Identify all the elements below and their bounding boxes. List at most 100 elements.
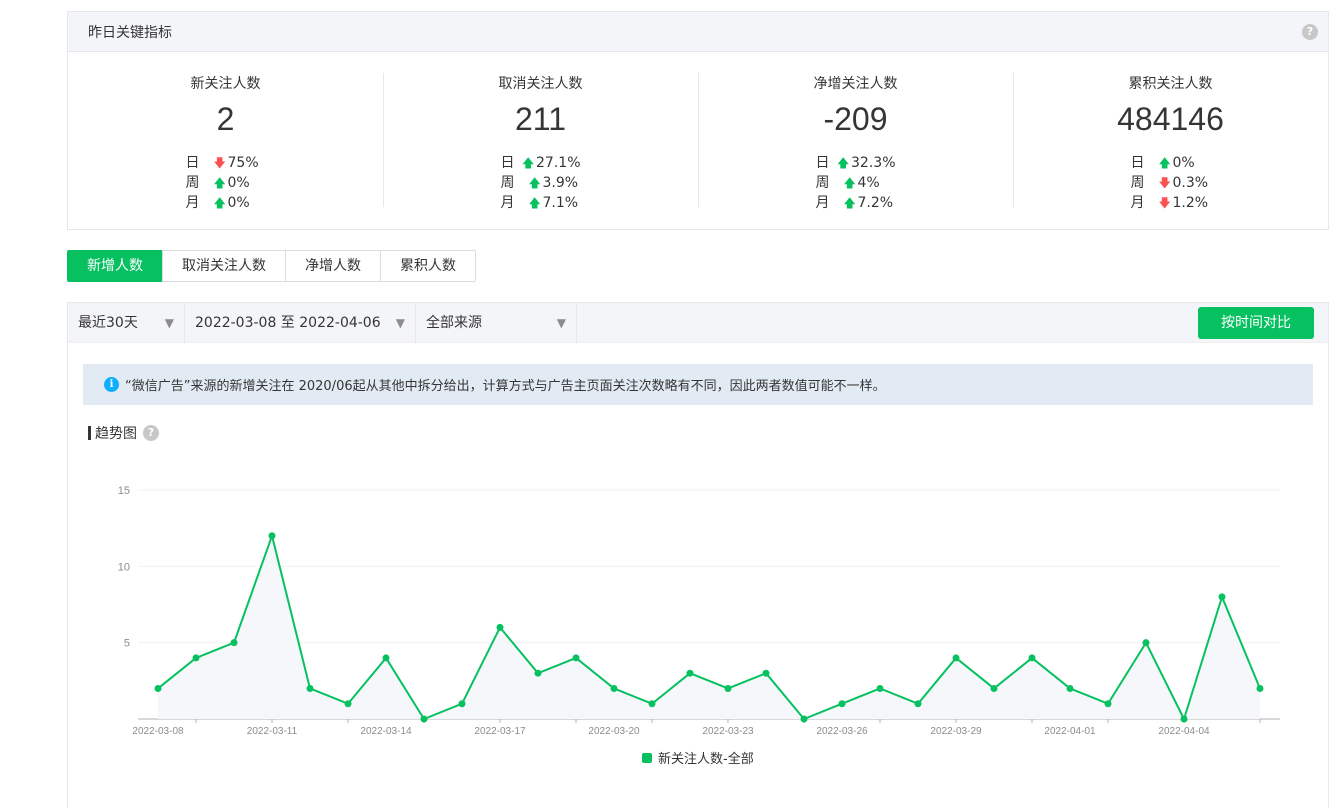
kpi-title: 净增关注人数 bbox=[813, 76, 898, 92]
info-icon: i bbox=[104, 377, 119, 392]
data-point bbox=[1218, 593, 1226, 601]
tab-0[interactable]: 新增人数 bbox=[67, 250, 163, 282]
change-percent: 7.1% bbox=[542, 195, 579, 211]
key-metrics-header: 昨日关键指标 ? bbox=[68, 12, 1328, 52]
period-label: 月 bbox=[185, 195, 200, 211]
trend-section-title: 趋势图 ? bbox=[88, 424, 159, 442]
data-point bbox=[572, 654, 580, 662]
x-tick-label: 2022-03-08 bbox=[132, 726, 184, 737]
data-point bbox=[1028, 654, 1036, 662]
kpi-metric: 新关注人数 2 日 🡇 75% 周 🡅 0% 月 🡅 0% bbox=[68, 73, 383, 211]
kpi-value: -209 bbox=[823, 101, 888, 137]
period-label: 月 bbox=[1130, 195, 1145, 211]
kpi-title: 取消关注人数 bbox=[498, 76, 583, 92]
series-area bbox=[158, 535, 1260, 719]
data-point bbox=[800, 715, 808, 723]
data-point bbox=[306, 684, 314, 692]
compare-by-time-button[interactable]: 按时间对比 bbox=[1198, 307, 1314, 339]
tab-1[interactable]: 取消关注人数 bbox=[162, 250, 286, 282]
data-point bbox=[838, 700, 846, 708]
arrow-up-icon: 🡅 bbox=[528, 176, 541, 190]
date-range-select[interactable]: 2022-03-08 至 2022-04-06 ▼ bbox=[185, 302, 416, 343]
help-icon[interactable]: ? bbox=[143, 425, 159, 441]
tab-3[interactable]: 累积人数 bbox=[380, 250, 476, 282]
range-select[interactable]: 最近30天 ▼ bbox=[68, 302, 185, 343]
kpi-changes: 日 🡅 27.1% 周 🡅 3.9% 月 🡅 7.1% bbox=[501, 153, 581, 213]
data-point bbox=[990, 684, 998, 692]
data-point bbox=[496, 623, 504, 631]
key-metrics-body: 新关注人数 2 日 🡇 75% 周 🡅 0% 月 🡅 0% 取消关注人数 211 日 🡅 27.1% 周 🡅 3.9… bbox=[68, 52, 1328, 230]
period-label: 月 bbox=[815, 195, 830, 211]
metric-tabs: 新增人数 取消关注人数 净增人数 累积人数 bbox=[67, 250, 476, 282]
period-label: 日 bbox=[1130, 155, 1145, 171]
legend-swatch bbox=[642, 752, 652, 763]
kpi-metric: 净增关注人数 -209 日 🡅 32.3% 周 🡅 4% 月 🡅 7.2% bbox=[698, 73, 1013, 211]
arrow-up-icon: 🡅 bbox=[522, 156, 535, 170]
source-select-value: 全部来源 bbox=[426, 314, 482, 331]
period-label: 日 bbox=[185, 155, 200, 171]
period-label: 月 bbox=[500, 195, 515, 211]
triangle-down-icon: ▼ bbox=[395, 315, 405, 330]
change-percent: 75% bbox=[227, 155, 259, 171]
data-point bbox=[876, 684, 884, 692]
x-tick-label: 2022-03-23 bbox=[702, 726, 754, 737]
kpi-change-row: 日 🡅 27.1% bbox=[501, 153, 581, 173]
section-bar bbox=[88, 426, 91, 440]
change-percent: 7.2% bbox=[857, 195, 894, 211]
change-percent: 32.3% bbox=[851, 155, 896, 171]
y-tick-label: 15 bbox=[118, 485, 130, 497]
source-select[interactable]: 全部来源 ▼ bbox=[416, 302, 577, 343]
trend-title: 趋势图 bbox=[95, 426, 137, 442]
period-label: 日 bbox=[500, 155, 515, 171]
change-percent: 0.3% bbox=[1172, 175, 1209, 191]
kpi-value: 484146 bbox=[1117, 101, 1224, 137]
kpi-change-row: 月 🡇 1.2% bbox=[1131, 193, 1211, 213]
data-point bbox=[1066, 684, 1074, 692]
kpi-title: 新关注人数 bbox=[190, 76, 261, 92]
y-tick-label: 10 bbox=[118, 561, 130, 573]
data-point bbox=[230, 639, 238, 647]
trend-chart: 5 10 15 2022-03-08 2022-03-11 2022-03-14 2022-… bbox=[118, 485, 1280, 737]
change-percent: 0% bbox=[227, 195, 250, 211]
period-label: 周 bbox=[500, 175, 515, 191]
data-point bbox=[610, 684, 618, 692]
kpi-changes: 日 🡅 32.3% 周 🡅 4% 月 🡅 7.2% bbox=[816, 153, 896, 213]
date-range-value: 2022-03-08 至 2022-04-06 bbox=[195, 314, 381, 331]
period-label: 周 bbox=[815, 175, 830, 191]
x-tick-label: 2022-04-01 bbox=[1044, 726, 1096, 737]
kpi-title: 累积关注人数 bbox=[1128, 76, 1213, 92]
data-point bbox=[458, 700, 466, 708]
filter-bar: 最近30天 ▼ 2022-03-08 至 2022-04-06 ▼ 全部来源 ▼… bbox=[68, 302, 1328, 343]
trend-card: 最近30天 ▼ 2022-03-08 至 2022-04-06 ▼ 全部来源 ▼… bbox=[67, 302, 1329, 808]
x-tick-label: 2022-03-17 bbox=[474, 726, 526, 737]
data-point bbox=[1256, 684, 1264, 692]
arrow-up-icon: 🡅 bbox=[843, 196, 856, 210]
change-percent: 1.2% bbox=[1172, 195, 1209, 211]
arrow-up-icon: 🡅 bbox=[213, 196, 226, 210]
arrow-up-icon: 🡅 bbox=[213, 176, 226, 190]
triangle-down-icon: ▼ bbox=[164, 315, 174, 330]
legend-label: 新关注人数-全部 bbox=[658, 752, 754, 767]
notice-banner: i “微信广告”来源的新增关注在 2020/06起从其他中拆分给出，计算方式与广… bbox=[83, 364, 1313, 405]
data-point bbox=[686, 669, 694, 677]
data-point bbox=[1180, 715, 1188, 723]
kpi-change-row: 日 🡅 32.3% bbox=[816, 153, 896, 173]
key-metrics-panel: 昨日关键指标 ? 新关注人数 2 日 🡇 75% 周 🡅 0% 月 🡅 0% 取消关注人数 211 日 🡅 2… bbox=[67, 11, 1329, 230]
tab-2[interactable]: 净增人数 bbox=[285, 250, 381, 282]
data-point bbox=[648, 700, 656, 708]
x-tick-label: 2022-03-14 bbox=[360, 726, 412, 737]
data-point bbox=[762, 669, 770, 677]
data-point bbox=[420, 715, 428, 723]
notice-text: “微信广告”来源的新增关注在 2020/06起从其他中拆分给出，计算方式与广告主… bbox=[125, 379, 886, 394]
chart-legend[interactable]: 新关注人数-全部 bbox=[642, 748, 754, 767]
data-point bbox=[192, 654, 200, 662]
y-tick-label: 5 bbox=[124, 638, 130, 650]
kpi-changes: 日 🡇 75% 周 🡅 0% 月 🡅 0% bbox=[186, 153, 266, 213]
kpi-change-row: 周 🡅 3.9% bbox=[501, 173, 581, 193]
kpi-change-row: 周 🡅 0% bbox=[186, 173, 266, 193]
data-point bbox=[268, 532, 276, 540]
x-tick-label: 2022-03-20 bbox=[588, 726, 640, 737]
kpi-change-row: 月 🡅 7.1% bbox=[501, 193, 581, 213]
help-icon[interactable]: ? bbox=[1302, 24, 1318, 40]
kpi-change-row: 月 🡅 7.2% bbox=[816, 193, 896, 213]
